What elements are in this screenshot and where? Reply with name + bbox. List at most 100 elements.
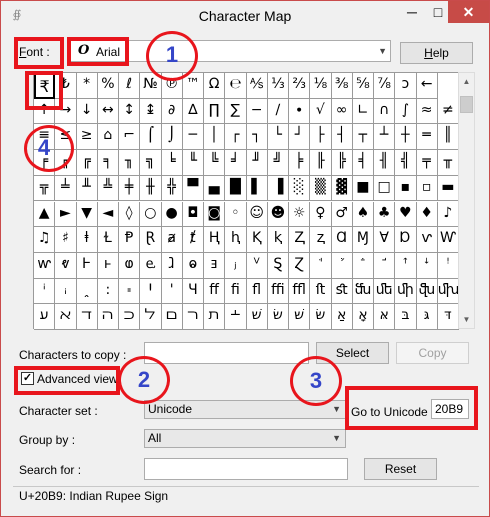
character-cell[interactable]: ﬖ <box>416 278 438 305</box>
character-cell[interactable]: ⱺ <box>182 252 204 279</box>
character-cell[interactable]: אּ <box>374 304 396 330</box>
character-cell[interactable]: Ⱪ <box>246 227 268 253</box>
character-cell[interactable]: ⌠ <box>140 124 162 151</box>
character-cell[interactable]: ﬂ <box>246 278 268 305</box>
character-cell[interactable]: ╦ <box>34 175 56 202</box>
character-cell[interactable]: ﬨ <box>204 304 226 330</box>
character-cell[interactable]: ꞊ <box>119 278 141 305</box>
character-cell[interactable]: ◘ <box>182 201 204 228</box>
character-cell[interactable]: ꜙ <box>352 252 374 279</box>
character-cell[interactable]: שּׁ <box>289 304 311 330</box>
character-cell[interactable]: ⱴ <box>55 252 77 279</box>
character-cell[interactable]: ♣ <box>374 201 396 228</box>
character-cell[interactable]: ▐ <box>267 175 289 202</box>
character-cell[interactable]: Ᵽ <box>119 227 141 253</box>
character-cell[interactable]: ↓ <box>76 98 98 125</box>
character-cell[interactable]: ◄ <box>97 201 119 228</box>
character-cell[interactable]: ⱡ <box>76 227 98 253</box>
character-cell[interactable]: ﬀ <box>204 278 226 305</box>
character-cell[interactable]: ∙ <box>289 98 311 125</box>
character-cell[interactable]: ♀ <box>310 201 332 228</box>
character-cell[interactable]: ● <box>161 201 183 228</box>
character-cell[interactable]: ┴ <box>374 124 396 151</box>
character-cell[interactable]: ꜚ <box>374 252 396 279</box>
character-cell[interactable]: ⱬ <box>310 227 332 253</box>
character-cell[interactable]: ≠ <box>437 98 459 125</box>
character-cell[interactable]: ℮ <box>225 73 247 99</box>
character-cell[interactable]: ☺ <box>246 201 268 228</box>
character-cell[interactable]: Ɐ <box>374 227 396 253</box>
character-cell[interactable]: % <box>97 73 119 99</box>
character-cell[interactable]: ▄ <box>204 175 226 202</box>
character-cell[interactable]: ╬ <box>161 175 183 202</box>
character-cell[interactable]: ꞈ <box>76 278 98 305</box>
character-cell[interactable]: ╠ <box>331 150 353 176</box>
character-cell[interactable]: ⱥ <box>161 227 183 253</box>
character-cell[interactable]: Ɽ <box>140 227 162 253</box>
character-cell[interactable]: Ⱨ <box>204 227 226 253</box>
character-cell[interactable]: Ω <box>204 73 226 99</box>
character-cell[interactable]: שּׂ <box>310 304 332 330</box>
character-cell[interactable]: ℓ <box>119 73 141 99</box>
character-cell[interactable]: ♠ <box>352 201 374 228</box>
group-by-select[interactable]: All ▼ <box>144 429 346 448</box>
character-cell[interactable]: ﬅ <box>310 278 332 305</box>
character-cell[interactable]: ┬ <box>352 124 374 151</box>
character-cell[interactable]: ○ <box>140 201 162 228</box>
character-cell[interactable]: ﬣ <box>97 304 119 330</box>
character-cell[interactable]: ⱷ <box>119 252 141 279</box>
character-cell[interactable]: ♦ <box>416 201 438 228</box>
character-cell[interactable]: * <box>76 73 98 99</box>
character-cell[interactable]: Ⱶ <box>76 252 98 279</box>
character-cell[interactable]: Ɥ <box>182 278 204 305</box>
character-cell[interactable]: ⅍ <box>246 73 268 99</box>
character-cell[interactable]: ╗ <box>140 150 162 176</box>
character-cell[interactable]: ⱽ <box>246 252 268 279</box>
character-cell[interactable]: ╨ <box>76 175 98 202</box>
character-cell[interactable]: ◊ <box>119 201 141 228</box>
character-cell[interactable]: ∆ <box>182 98 204 125</box>
character-cell[interactable]: ⱸ <box>140 252 162 279</box>
character-cell[interactable]: − <box>246 98 268 125</box>
character-cell[interactable]: ░ <box>289 175 311 202</box>
character-cell[interactable]: ▌ <box>246 175 268 202</box>
character-cell[interactable]: ﬗ <box>437 278 459 305</box>
character-cell[interactable]: ∑ <box>225 98 247 125</box>
character-cell[interactable]: ╪ <box>119 175 141 202</box>
character-cell[interactable]: ꜝ <box>437 252 459 279</box>
scroll-up-icon[interactable]: ▲ <box>459 73 474 90</box>
character-cell[interactable]: ⅝ <box>352 73 374 99</box>
character-cell[interactable]: ▲ <box>34 201 56 228</box>
character-cell[interactable]: ⌡ <box>161 124 183 151</box>
character-cell[interactable]: דּ <box>437 304 459 330</box>
character-cell[interactable]: ≈ <box>416 98 438 125</box>
search-input[interactable] <box>144 458 348 480</box>
character-cell[interactable]: ╖ <box>119 150 141 176</box>
character-cell[interactable]: ┌ <box>225 124 247 151</box>
character-cell[interactable]: ╙ <box>182 150 204 176</box>
character-cell[interactable]: ∏ <box>204 98 226 125</box>
character-cell[interactable]: אַ <box>331 304 353 330</box>
scroll-thumb[interactable] <box>460 96 473 113</box>
character-cell[interactable]: ☻ <box>267 201 289 228</box>
character-cell[interactable]: ├ <box>310 124 332 151</box>
character-cell[interactable]: ╩ <box>97 175 119 202</box>
character-cell[interactable]: Ꞌ <box>140 278 162 305</box>
character-cell[interactable]: ╘ <box>161 150 183 176</box>
character-cell[interactable]: ⱼ <box>225 252 247 279</box>
character-cell[interactable]: ꞉ <box>97 278 119 305</box>
character-cell[interactable]: ╜ <box>246 150 268 176</box>
character-cell[interactable]: ∫ <box>395 98 417 125</box>
character-cell[interactable]: ♫ <box>34 227 56 253</box>
character-cell[interactable]: ▀ <box>182 175 204 202</box>
character-cell[interactable]: ═ <box>416 124 438 151</box>
character-cell[interactable]: ⱦ <box>182 227 204 253</box>
character-cell[interactable]: ╕ <box>97 150 119 176</box>
character-cell[interactable]: ╥ <box>437 150 459 176</box>
character-cell[interactable]: ─ <box>182 124 204 151</box>
character-cell[interactable]: ⱨ <box>225 227 247 253</box>
character-cell[interactable]: ꜘ <box>331 252 353 279</box>
character-cell[interactable]: ꜟ <box>55 278 77 305</box>
character-cell[interactable]: ꜛ <box>395 252 417 279</box>
character-cell[interactable]: ╞ <box>289 150 311 176</box>
